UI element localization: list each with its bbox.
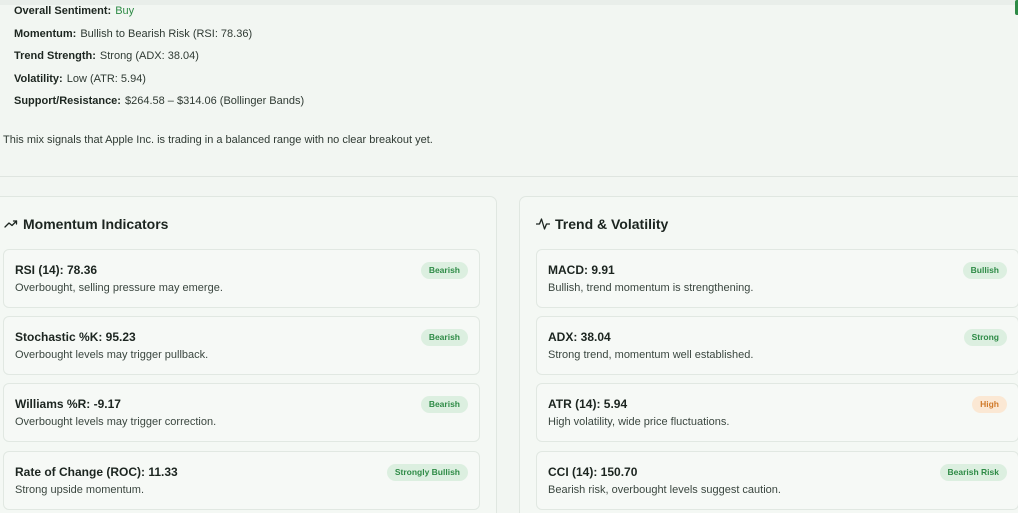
indicator-card-adx[interactable]: ADX: 38.04 Strong trend, momentum well e…: [536, 316, 1018, 375]
signal-badge: Bearish: [420, 329, 468, 346]
summary-value: Buy: [115, 5, 135, 17]
signal-badge: Bearish: [420, 396, 468, 413]
indicator-description: Bearish risk, overbought levels suggest …: [548, 484, 781, 496]
summary-row-momentum: Momentum: Bullish to Bearish Risk (RSI: 7…: [14, 27, 304, 50]
indicator-card-cci[interactable]: CCI (14): 150.70 Bearish risk, overbough…: [536, 451, 1018, 510]
indicator-title: CCI (14): 150.70: [548, 465, 638, 479]
summary-value: Bullish to Bearish Risk (RSI: 78.36): [80, 27, 253, 40]
summary-row-sentiment: Overall Sentiment: Buy: [14, 4, 304, 27]
indicator-title: Williams %R: -9.17: [15, 397, 121, 411]
indicator-description: Strong trend, momentum well established.: [548, 349, 754, 361]
indicator-title: Rate of Change (ROC): 11.33: [15, 465, 178, 479]
indicator-card-atr[interactable]: ATR (14): 5.94 High volatility, wide pri…: [536, 383, 1018, 442]
indicator-title: RSI (14): 78.36: [15, 263, 98, 277]
momentum-indicators-panel: Momentum Indicators RSI (14): 78.36 Over…: [0, 196, 497, 513]
summary-value: $264.58 – $314.06 (Bollinger Bands): [124, 95, 305, 108]
indicator-description: Bullish, trend momentum is strengthening…: [548, 282, 754, 294]
panel-header: Momentum Indicators: [4, 216, 168, 232]
sentiment-summary: Overall Sentiment: Buy Momentum: Bullish t…: [14, 4, 304, 117]
summary-value: Low (ATR: 5.94): [66, 72, 146, 85]
indicator-card-stochastic[interactable]: Stochastic %K: 95.23 Overbought levels m…: [3, 316, 480, 375]
trend-volatility-panel: Trend & Volatility MACD: 9.91 Bullish, t…: [519, 196, 1018, 513]
indicator-description: Overbought levels may trigger correction…: [15, 416, 217, 428]
indicator-title: Stochastic %K: 95.23: [15, 330, 136, 344]
section-divider: [0, 176, 1018, 177]
indicator-description: High volatility, wide price fluctuations…: [548, 416, 730, 428]
summary-label: Overall Sentiment:: [14, 5, 112, 17]
indicator-card-rsi[interactable]: RSI (14): 78.36 Overbought, selling pres…: [3, 249, 480, 308]
panel-title: Trend & Volatility: [555, 216, 669, 232]
indicator-description: Overbought levels may trigger pullback.: [15, 349, 209, 361]
summary-note: This mix signals that Apple Inc. is trad…: [3, 134, 433, 146]
summary-label: Trend Strength:: [14, 50, 96, 63]
signal-badge: Strong: [963, 329, 1007, 346]
trending-up-icon: [4, 217, 18, 231]
summary-label: Momentum:: [14, 27, 77, 40]
summary-row-trend-strength: Trend Strength: Strong (ADX: 38.04): [14, 49, 304, 72]
signal-badge: Bullish: [962, 262, 1007, 279]
indicator-card-roc[interactable]: Rate of Change (ROC): 11.33 Strong upsid…: [3, 451, 480, 510]
indicator-title: MACD: 9.91: [548, 263, 615, 277]
activity-pulse-icon: [535, 217, 551, 231]
panel-title: Momentum Indicators: [23, 216, 169, 232]
summary-row-volatility: Volatility: Low (ATR: 5.94): [14, 72, 304, 95]
indicator-title: ATR (14): 5.94: [548, 397, 628, 411]
indicator-description: Strong upside momentum.: [15, 484, 145, 496]
analysis-page: Overall Sentiment: Buy Momentum: Bullish t…: [0, 0, 1018, 513]
signal-badge: Bearish: [420, 262, 468, 279]
indicator-description: Overbought, selling pressure may emerge.: [15, 282, 223, 294]
signal-badge: Bearish Risk: [939, 464, 1007, 481]
summary-value: Strong (ADX: 38.04): [99, 50, 199, 63]
summary-label: Support/Resistance:: [14, 95, 121, 108]
signal-badge: High: [972, 396, 1007, 413]
indicator-title: ADX: 38.04: [548, 330, 611, 344]
signal-badge: Strongly Bullish: [386, 464, 468, 481]
indicator-card-macd[interactable]: MACD: 9.91 Bullish, trend momentum is st…: [536, 249, 1018, 308]
indicator-card-williams[interactable]: Williams %R: -9.17 Overbought levels may…: [3, 383, 480, 442]
summary-row-support-resistance: Support/Resistance: $264.58 – $314.06 (Bo…: [14, 94, 304, 117]
panel-header: Trend & Volatility: [535, 216, 669, 232]
summary-label: Volatility:: [14, 72, 63, 85]
